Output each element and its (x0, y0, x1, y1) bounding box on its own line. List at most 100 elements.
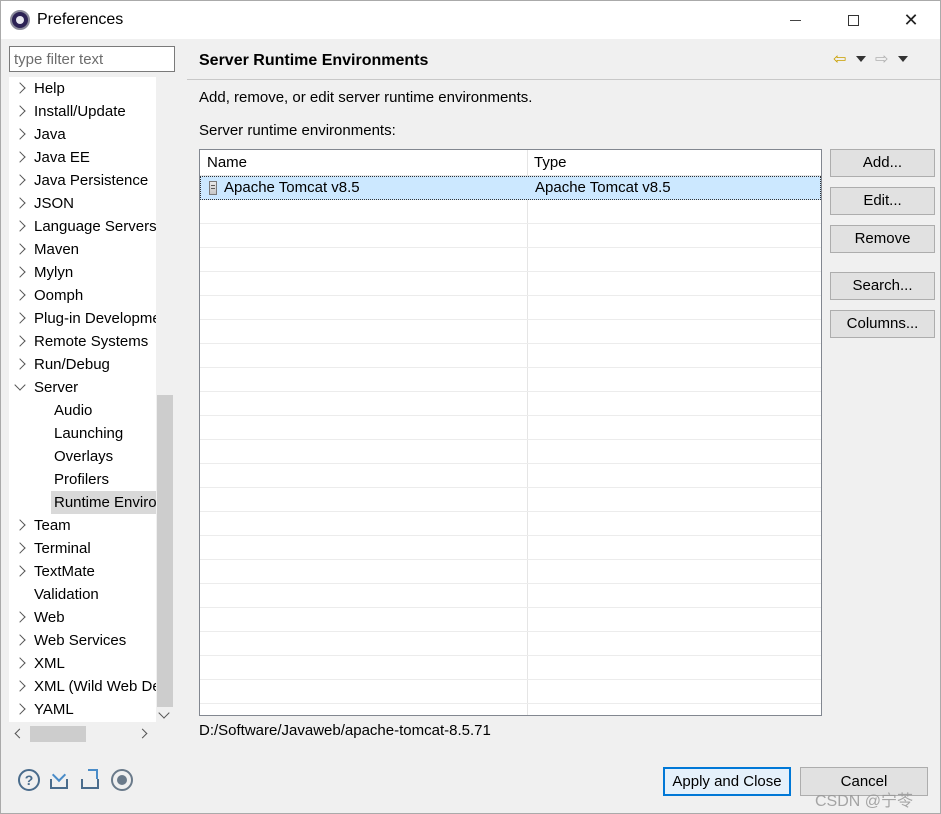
close-button[interactable]: ✕ (882, 1, 940, 39)
column-header-type[interactable]: Type (534, 154, 567, 171)
scroll-right-icon[interactable] (137, 728, 148, 739)
chevron-right-icon[interactable] (14, 197, 26, 209)
tree-item[interactable]: Runtime Environments (9, 491, 156, 514)
tree-item-label: Web (34, 609, 65, 626)
chevron-right-icon[interactable] (14, 519, 26, 531)
tree-item[interactable]: Web (9, 606, 156, 629)
chevron-right-icon[interactable] (14, 358, 26, 370)
chevron-right-icon[interactable] (14, 128, 26, 140)
tree-item[interactable]: Team (9, 514, 156, 537)
chevron-right-icon[interactable] (14, 312, 26, 324)
tree-horizontal-scrollbar[interactable] (9, 724, 156, 744)
tree-item[interactable]: Run/Debug (9, 353, 156, 376)
add-button[interactable]: Add... (830, 149, 935, 177)
tree-item-label: Maven (34, 241, 80, 258)
scroll-left-icon[interactable] (14, 728, 25, 739)
tree-item[interactable]: Maven (9, 238, 156, 261)
chevron-down-icon[interactable] (14, 379, 26, 391)
tree-vertical-scrollbar[interactable] (156, 77, 174, 722)
filter-input[interactable] (9, 46, 175, 72)
export-icon[interactable] (79, 769, 101, 791)
chevron-right-icon[interactable] (14, 335, 26, 347)
back-dropdown-icon[interactable] (856, 56, 866, 62)
tree-item[interactable]: Mylyn (9, 261, 156, 284)
tree-item[interactable]: Validation (9, 583, 156, 606)
watermark: CSDN @宁苓 (815, 793, 914, 810)
tree-item[interactable]: Profilers (9, 468, 156, 491)
tree-item[interactable]: Java (9, 123, 156, 146)
tree-item-label: Java Persistence (34, 172, 149, 189)
scroll-down-icon[interactable] (158, 707, 170, 719)
chevron-right-icon[interactable] (14, 611, 26, 623)
runtime-environments-table[interactable]: Name Type Apache Tomcat v8.5 Apache Tomca… (199, 149, 822, 716)
column-header-name[interactable]: Name (207, 154, 247, 171)
tree-item-label: Server (34, 379, 79, 396)
chevron-right-icon[interactable] (14, 151, 26, 163)
right-arrow-icon[interactable]: ⇨ (875, 49, 888, 69)
tree-item-label: Audio (54, 402, 93, 419)
chevron-right-icon[interactable] (14, 657, 26, 669)
chevron-right-icon[interactable] (14, 174, 26, 186)
tree-item[interactable]: Language Servers (9, 215, 156, 238)
list-label: Server runtime environments: (199, 122, 396, 139)
tree-item[interactable]: Plug-in Development (9, 307, 156, 330)
chevron-right-icon[interactable] (14, 289, 26, 301)
tree-item-label: Plug-in Development (34, 310, 156, 327)
tree-item[interactable]: Oomph (9, 284, 156, 307)
chevron-right-icon[interactable] (14, 243, 26, 255)
record-icon[interactable] (111, 769, 133, 791)
tree-item-label: TextMate (34, 563, 95, 580)
help-icon[interactable]: ? (18, 769, 40, 791)
tree-item[interactable]: XML (Wild Web Developer) (9, 675, 156, 698)
tree-item[interactable]: Overlays (9, 445, 156, 468)
empty-table-row (200, 416, 821, 440)
chevron-right-icon[interactable] (14, 634, 26, 646)
apply-and-close-button[interactable]: Apply and Close (663, 767, 791, 796)
tree-item[interactable]: XML (9, 652, 156, 675)
tree-item-label: XML (34, 655, 65, 672)
tree-item[interactable]: Remote Systems (9, 330, 156, 353)
table-row[interactable]: Apache Tomcat v8.5 Apache Tomcat v8.5 (200, 176, 821, 200)
tree-item[interactable]: Install/Update (9, 100, 156, 123)
remove-button[interactable]: Remove (830, 225, 935, 253)
tree-item-label: Runtime Environments (51, 491, 156, 514)
edit-button[interactable]: Edit... (830, 187, 935, 215)
empty-table-row (200, 224, 821, 248)
chevron-right-icon[interactable] (14, 220, 26, 232)
tree-item[interactable]: Java Persistence (9, 169, 156, 192)
search-button[interactable]: Search... (830, 272, 935, 300)
chevron-right-icon[interactable] (14, 105, 26, 117)
close-icon: ✕ (903, 9, 919, 30)
tree-item[interactable]: Java EE (9, 146, 156, 169)
chevron-right-icon[interactable] (14, 82, 26, 94)
empty-table-row (200, 560, 821, 584)
empty-table-row (200, 512, 821, 536)
tree-item[interactable]: Server (9, 376, 156, 399)
vertical-scroll-thumb[interactable] (157, 395, 173, 707)
columns-button[interactable]: Columns... (830, 310, 935, 338)
empty-table-row (200, 344, 821, 368)
tree-item[interactable]: Launching (9, 422, 156, 445)
forward-dropdown-icon[interactable] (898, 56, 908, 62)
chevron-right-icon[interactable] (14, 680, 26, 692)
chevron-right-icon[interactable] (14, 703, 26, 715)
export-tray-shape (81, 779, 99, 789)
chevron-right-icon[interactable] (14, 266, 26, 278)
empty-table-row (200, 200, 821, 224)
chevron-right-icon[interactable] (14, 565, 26, 577)
minimize-button[interactable] (766, 1, 824, 39)
tree-item[interactable]: Web Services (9, 629, 156, 652)
tree-item[interactable]: JSON (9, 192, 156, 215)
chevron-right-icon[interactable] (14, 542, 26, 554)
tree-item-label: Oomph (34, 287, 84, 304)
tree-item[interactable]: TextMate (9, 560, 156, 583)
tree-item[interactable]: Terminal (9, 537, 156, 560)
horizontal-scroll-thumb[interactable] (30, 726, 86, 742)
tree-item-label: Java (34, 126, 66, 143)
tree-item[interactable]: Help (9, 77, 156, 100)
tree-item[interactable]: YAML (9, 698, 156, 721)
import-icon[interactable] (48, 767, 70, 791)
maximize-button[interactable] (824, 1, 882, 39)
tree-item[interactable]: Audio (9, 399, 156, 422)
left-arrow-icon[interactable]: ⇦ (833, 49, 846, 69)
